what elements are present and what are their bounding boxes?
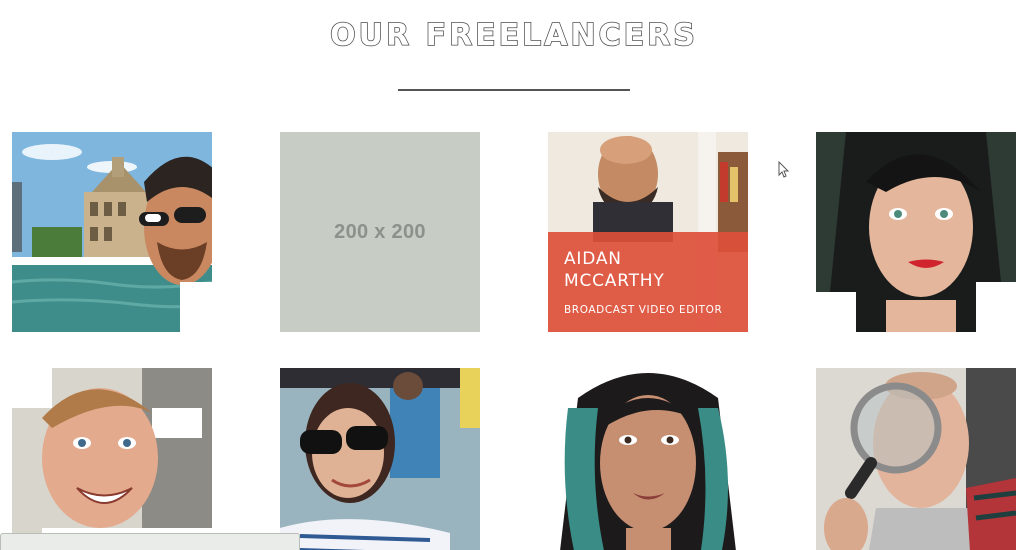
title-divider <box>398 89 630 91</box>
bottom-panel-edge <box>0 533 300 550</box>
man-with-magnifying-glass-photo <box>816 368 1016 550</box>
mouse-cursor-icon <box>778 161 790 178</box>
freelancer-card-4[interactable] <box>816 132 1016 332</box>
freelancer-name: AIDAN MCCARTHY <box>564 249 665 291</box>
freelancer-role: BROADCAST VIDEO EDITOR <box>564 304 723 316</box>
freelancer-card-1[interactable] <box>12 132 212 332</box>
woman-with-dark-hair-and-red-lipstick-photo <box>816 132 1016 332</box>
freelancer-card-8[interactable] <box>816 368 1016 550</box>
woman-in-sunglasses-at-event-photo <box>280 368 480 550</box>
freelancer-card-6[interactable] <box>280 368 480 550</box>
freelancer-card-3[interactable]: AIDAN MCCARTHY BROADCAST VIDEO EDITOR <box>548 132 748 332</box>
image-placeholder-label: 200 x 200 <box>334 220 426 243</box>
freelancer-card-2[interactable]: 200 x 200 <box>280 132 480 332</box>
woman-with-teal-hair-photo <box>548 368 748 550</box>
man-selfie-with-sunglasses-by-harbour-photo <box>12 132 212 332</box>
freelancer-card-7[interactable] <box>548 368 748 550</box>
freelancer-info-overlay[interactable]: AIDAN MCCARTHY BROADCAST VIDEO EDITOR <box>548 232 748 332</box>
section-title: OUR FREELANCERS <box>329 17 698 54</box>
freelancers-section: OUR FREELANCERS 200 x 200 AIDAN MCCARTHY… <box>0 0 1028 550</box>
freelancer-card-5[interactable] <box>12 368 212 550</box>
smiling-man-close-up-photo <box>12 368 212 550</box>
